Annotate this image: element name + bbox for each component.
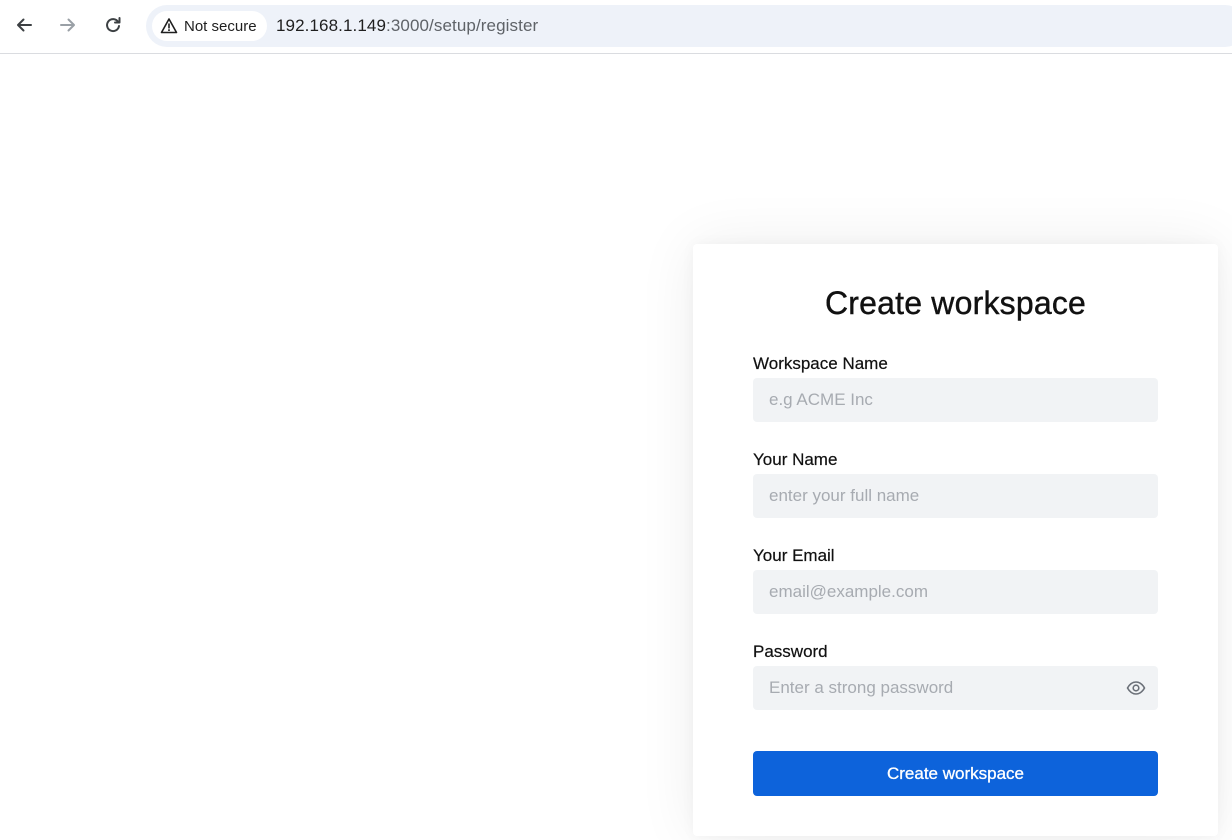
workspace-name-input[interactable] bbox=[753, 378, 1158, 422]
eye-icon bbox=[1126, 681, 1146, 695]
create-workspace-button[interactable]: Create workspace bbox=[753, 751, 1158, 796]
password-label: Password bbox=[753, 642, 828, 661]
forward-arrow-icon bbox=[60, 18, 75, 32]
back-arrow-icon bbox=[17, 18, 32, 32]
forward-button[interactable] bbox=[53, 10, 83, 40]
your-name-label: Your Name bbox=[753, 450, 838, 469]
address-bar[interactable]: Not secure 192.168.1.149:3000/setup/regi… bbox=[146, 5, 1232, 47]
reload-icon bbox=[106, 17, 121, 33]
email-label: Your Email bbox=[753, 546, 835, 565]
reload-button[interactable] bbox=[98, 10, 128, 40]
security-label: Not secure bbox=[184, 17, 257, 35]
url-path: :3000/setup/register bbox=[386, 16, 539, 35]
your-name-input[interactable] bbox=[753, 474, 1158, 518]
url-text[interactable]: 192.168.1.149:3000/setup/register bbox=[276, 5, 538, 47]
back-button[interactable] bbox=[9, 10, 39, 40]
workspace-name-label: Workspace Name bbox=[753, 354, 888, 373]
browser-toolbar: Not secure 192.168.1.149:3000/setup/regi… bbox=[0, 0, 1232, 54]
security-indicator[interactable]: Not secure bbox=[152, 11, 267, 41]
email-input[interactable] bbox=[753, 570, 1158, 614]
show-password-toggle[interactable] bbox=[1126, 678, 1146, 698]
url-host: 192.168.1.149 bbox=[276, 16, 387, 35]
password-field bbox=[753, 666, 1158, 710]
page-title: Create workspace bbox=[824, 285, 1087, 321]
password-input[interactable] bbox=[753, 666, 1158, 710]
create-workspace-card: Create workspace Workspace Name Your Nam… bbox=[693, 244, 1218, 836]
warning-triangle-icon bbox=[160, 18, 178, 34]
